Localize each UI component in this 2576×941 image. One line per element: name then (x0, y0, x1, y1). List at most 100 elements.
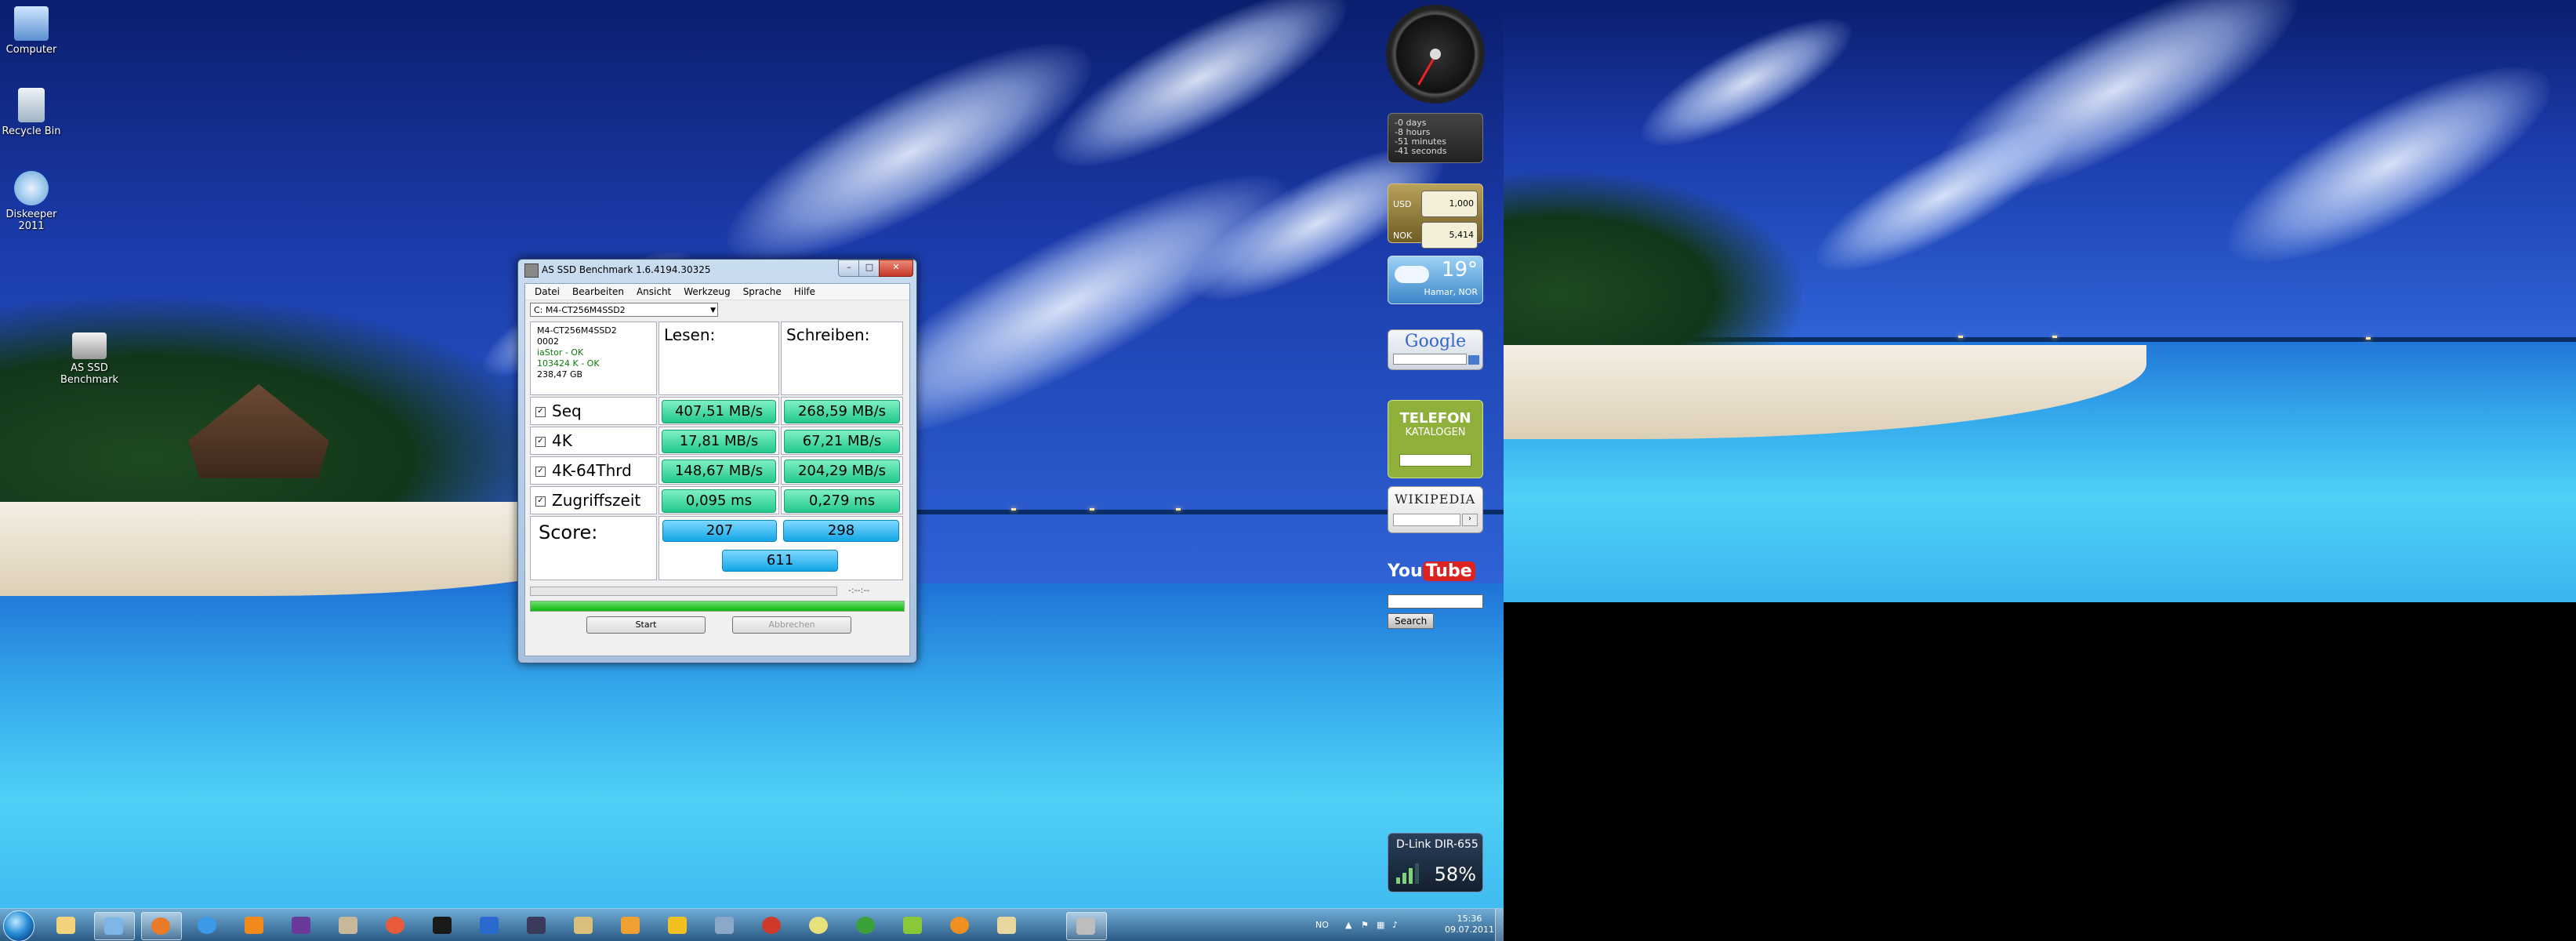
menu-bearbeiten[interactable]: Bearbeiten (566, 286, 630, 297)
taskbar-as-ssd[interactable] (1066, 912, 1107, 940)
wifi-signal-icon (1396, 863, 1419, 884)
taskbar-vlc[interactable] (235, 912, 274, 939)
currency-gadget[interactable]: USD 1,000 NOK 5,414 (1388, 183, 1483, 249)
desktop-icon-as-ssd[interactable]: AS SSD Benchmark (58, 332, 121, 386)
close-button[interactable]: ✕ (879, 260, 913, 277)
network-icon[interactable]: ▦ (1377, 920, 1386, 930)
clock-gadget[interactable] (1386, 5, 1485, 104)
taskbar-app[interactable] (517, 912, 557, 939)
results-grid: M4-CT256M4SSD2 0002 iaStor - OK 103424 K… (530, 322, 903, 580)
google-search-input[interactable] (1393, 354, 1467, 365)
drive-select[interactable]: C: M4-CT256M4SSD2 ▼ (530, 303, 718, 317)
taskbar-app[interactable] (470, 912, 510, 939)
checkbox-4k64[interactable]: ✓ (535, 467, 546, 477)
ie-icon (198, 917, 216, 934)
total-progress-bar (530, 601, 905, 612)
taskbar-app[interactable] (564, 912, 604, 939)
checkbox-4k[interactable]: ✓ (535, 437, 546, 447)
network-gadget[interactable]: D-Link DIR-655 58% (1388, 833, 1483, 892)
ssd-drive-icon (72, 332, 107, 359)
menu-ansicht[interactable]: Ansicht (630, 286, 677, 297)
desktop-icon-computer[interactable]: Computer (0, 6, 63, 56)
telefon-search-input[interactable] (1399, 454, 1471, 467)
taskbar-app[interactable] (800, 912, 839, 939)
network-name: D-Link DIR-655 (1396, 838, 1478, 851)
desktop-icon-label: AS SSD Benchmark (60, 362, 119, 386)
progress-fill (531, 601, 904, 611)
seq-read-value: 407,51 MB/s (662, 400, 776, 423)
menu-werkzeug[interactable]: Werkzeug (677, 286, 736, 297)
taskbar-firefox[interactable] (141, 912, 182, 940)
window-title: AS SSD Benchmark 1.6.4194.30325 (542, 264, 711, 275)
wikipedia-search-input[interactable] (1393, 514, 1460, 526)
google-logo: Google (1404, 332, 1467, 351)
weather-gadget[interactable]: 19° Hamar, NOR (1388, 256, 1483, 304)
menu-hilfe[interactable]: Hilfe (788, 286, 822, 297)
swirl-icon (762, 917, 781, 934)
taskbar-ie[interactable] (188, 912, 227, 939)
media-icon (386, 917, 405, 934)
taskbar-app[interactable] (376, 912, 415, 939)
taskbar-app[interactable] (611, 912, 651, 939)
taskbar-app[interactable] (329, 912, 368, 939)
diskeeper-icon (14, 171, 49, 205)
menu-datei[interactable]: Datei (528, 286, 566, 297)
control-panel-icon (104, 917, 123, 935)
smile-icon (809, 917, 828, 934)
taskbar-explorer[interactable] (47, 912, 86, 939)
steam-icon (433, 917, 452, 934)
row-label-4k64: ✓ 4K-64Thrd (530, 456, 657, 485)
checkbox-access[interactable]: ✓ (535, 496, 546, 507)
clock[interactable]: 15:36 09.07.2011 (1445, 914, 1494, 936)
score-write: 298 (783, 520, 899, 542)
desktop-icon-diskeeper[interactable]: Diskeeper 2011 (0, 171, 63, 232)
minimize-button[interactable]: – (838, 260, 860, 277)
as-ssd-window: AS SSD Benchmark 1.6.4194.30325 – □ ✕ Da… (517, 259, 917, 663)
taskbar-app[interactable] (282, 912, 321, 939)
taskbar-android[interactable] (894, 912, 933, 939)
drive-info: M4-CT256M4SSD2 0002 iaStor - OK 103424 K… (530, 322, 657, 395)
desktop-icon-label: Diskeeper 2011 (5, 209, 57, 232)
taskbar-steam[interactable] (423, 912, 463, 939)
taskbar-control-panel[interactable] (94, 912, 135, 940)
taskbar-utorrent[interactable] (847, 912, 886, 939)
taskbar-app[interactable] (706, 912, 745, 939)
countdown-gadget[interactable]: -0 days -8 hours -51 minutes -41 seconds (1388, 113, 1483, 163)
play-icon (621, 917, 640, 934)
wikipedia-gadget: WIKIPEDIA › (1388, 486, 1483, 533)
pen-icon (574, 917, 593, 934)
wikipedia-go-button[interactable]: › (1462, 514, 1478, 526)
google-search-button[interactable] (1468, 355, 1479, 365)
taskbar-app[interactable] (988, 912, 1027, 939)
youtube-logo: You Tube (1388, 561, 1483, 581)
youtube-search-button[interactable]: Search (1388, 613, 1435, 629)
taskbar: NO ▲ ⚑ ▦ ♪ 15:36 09.07.2011 (0, 908, 1504, 941)
taskbar-app[interactable] (941, 912, 980, 939)
volume-icon[interactable]: ♪ (1392, 920, 1402, 930)
chevron-down-icon: ▼ (710, 307, 716, 314)
header-write: Schreiben: (781, 322, 903, 395)
google-search-gadget: Google (1388, 329, 1483, 370)
desktop-icon-recycle-bin[interactable]: Recycle Bin (0, 88, 63, 137)
youtube-search-input[interactable] (1388, 594, 1483, 609)
window-client: Datei Bearbeiten Ansicht Werkzeug Sprach… (524, 283, 910, 656)
wikipedia-logo: WIKIPEDIA (1395, 492, 1476, 507)
menu-sprache[interactable]: Sprache (737, 286, 788, 297)
checkbox-seq[interactable]: ✓ (535, 407, 546, 417)
abort-button[interactable]: Abbrechen (732, 616, 851, 634)
test-progress-bar (530, 587, 837, 596)
show-desktop-button[interactable] (1495, 909, 1504, 941)
start-button[interactable]: Start (586, 616, 706, 634)
language-indicator[interactable]: NO (1315, 920, 1329, 930)
start-button-orb[interactable] (3, 910, 34, 941)
desktop-secondary (1504, 0, 2576, 602)
menu-bar: Datei Bearbeiten Ansicht Werkzeug Sprach… (525, 284, 909, 300)
android-icon (903, 917, 922, 934)
4k-write-value: 67,21 MB/s (784, 430, 900, 453)
flag-icon[interactable]: ⚑ (1361, 920, 1370, 930)
maximize-button[interactable]: □ (858, 260, 880, 277)
taskbar-app[interactable] (659, 912, 698, 939)
taskbar-app[interactable] (753, 912, 792, 939)
chevron-up-icon[interactable]: ▲ (1345, 920, 1355, 930)
window-icon (715, 917, 734, 934)
